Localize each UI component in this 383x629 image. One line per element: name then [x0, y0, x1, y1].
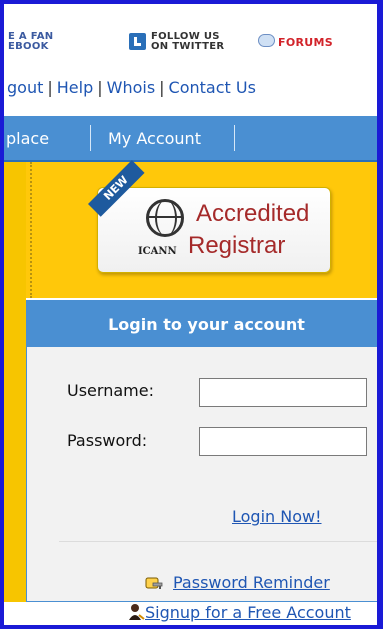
- contact-us-link[interactable]: Contact Us: [169, 78, 256, 97]
- icann-logo-text: ICANN: [138, 246, 177, 257]
- globe-icon: [146, 199, 184, 237]
- facebook-fan-line2: EBOOK: [8, 41, 49, 52]
- dotted-divider: [30, 162, 32, 298]
- yellow-side-band: [4, 162, 26, 602]
- twitter-line2: ON TWITTER: [151, 41, 225, 52]
- key-icon: [145, 577, 163, 589]
- username-input[interactable]: [199, 378, 367, 407]
- username-label: Username:: [67, 381, 154, 400]
- link-separator: |: [47, 78, 53, 97]
- forums-link[interactable]: FORUMS: [278, 37, 333, 48]
- help-link[interactable]: Help: [57, 78, 93, 97]
- password-input[interactable]: [199, 427, 367, 456]
- user-signup-icon: [129, 604, 145, 620]
- facebook-fan-link[interactable]: E A FAN EBOOK: [8, 32, 53, 52]
- whois-link[interactable]: Whois: [107, 78, 156, 97]
- registrar-text: Registrar: [188, 232, 286, 259]
- logout-link[interactable]: gout: [7, 78, 43, 97]
- top-links: gout | Help | Whois | Contact Us: [7, 78, 256, 97]
- twitter-follow-link[interactable]: FOLLOW US ON TWITTER: [151, 32, 224, 52]
- accredited-text: Accredited: [196, 200, 310, 227]
- page-frame: E A FAN EBOOK FOLLOW US ON TWITTER FORUM…: [0, 0, 383, 629]
- nav-separator: [234, 125, 235, 151]
- link-separator: |: [159, 78, 165, 97]
- forum-bubble-icon[interactable]: [258, 34, 275, 47]
- login-panel: Login to your account Username: Password…: [26, 300, 377, 622]
- icann-accredited-badge: NEW ICANN Accredited Registrar: [88, 160, 331, 273]
- signup-free-account-link[interactable]: Signup for a Free Account: [145, 603, 351, 622]
- login-panel-title: Login to your account: [27, 301, 377, 347]
- twitter-icon[interactable]: [129, 33, 146, 50]
- link-separator: |: [97, 78, 103, 97]
- nav-separator: [90, 125, 91, 151]
- nav-my-account[interactable]: My Account: [108, 129, 201, 148]
- password-label: Password:: [67, 431, 148, 450]
- panel-divider: [59, 541, 377, 542]
- main-nav: place My Account: [4, 116, 377, 162]
- password-reminder-link[interactable]: Password Reminder: [173, 573, 330, 592]
- nav-marketplace[interactable]: place: [6, 129, 49, 148]
- social-strip: E A FAN EBOOK FOLLOW US ON TWITTER FORUM…: [6, 32, 377, 60]
- login-now-link[interactable]: Login Now!: [232, 507, 322, 526]
